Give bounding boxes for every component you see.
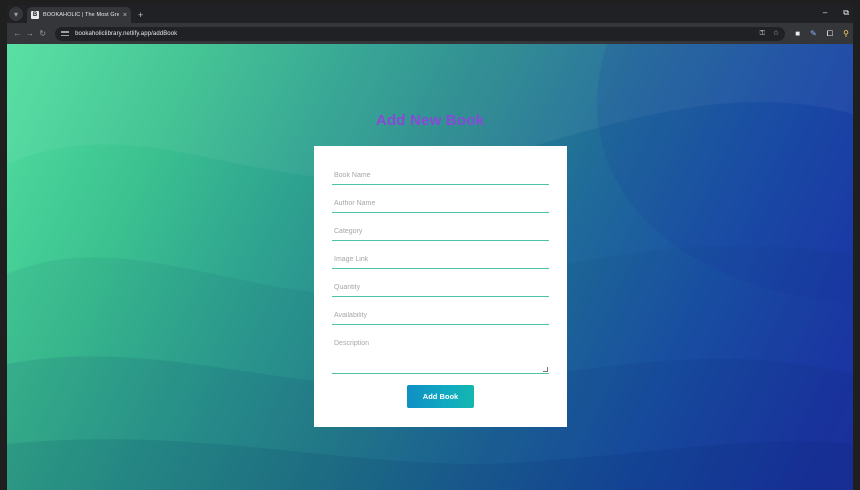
back-arrow-icon[interactable]: ← [11,29,24,38]
page-viewport: Add New Book Add Book [7,44,853,490]
book-name-input[interactable] [332,166,549,185]
resize-handle-icon[interactable] [543,367,548,372]
browser-tab-active[interactable]: B BOOKAHOLIC | The Most Grea × [27,7,131,23]
site-favicon-icon: B [31,11,39,19]
image-link-input[interactable] [332,250,549,269]
omnibox-actions: ⚿ ☆ [760,30,780,37]
browser-toolbar: ← → ↻ bookaholiclibrary.netlify.app/addB… [7,23,853,44]
maximize-icon[interactable]: ⧉ [843,7,849,19]
tab-close-icon[interactable]: × [123,12,127,19]
extension-icon[interactable]: ■ [795,29,800,38]
tab-title: BOOKAHOLIC | The Most Grea [43,12,119,18]
site-info-icon[interactable] [61,30,70,37]
extension-pen-icon[interactable]: ✎ [810,29,817,38]
page-title: Add New Book [375,112,485,129]
extensions-puzzle-icon[interactable]: ⧠ [827,29,833,38]
quantity-input[interactable] [332,278,549,297]
address-url[interactable]: bookaholiclibrary.netlify.app/addBook [75,31,754,37]
tab-search-icon[interactable]: ▾ [9,7,23,21]
browser-window: ▾ B BOOKAHOLIC | The Most Grea × + – ⧉ ←… [7,5,853,490]
description-wrapper [332,334,549,374]
add-book-form: Add Book [314,146,567,427]
category-input[interactable] [332,222,549,241]
password-key-icon[interactable]: ⚿ [760,30,765,37]
bookmark-star-icon[interactable]: ☆ [773,30,779,37]
window-controls: – ⧉ [823,7,849,19]
address-bar[interactable]: bookaholiclibrary.netlify.app/addBook ⚿ … [55,26,786,41]
add-book-button[interactable]: Add Book [407,385,474,408]
availability-input[interactable] [332,306,549,325]
reload-icon[interactable]: ↻ [36,29,49,38]
tab-strip: ▾ B BOOKAHOLIC | The Most Grea × + – ⧉ [7,5,853,23]
extensions-area: ■ ✎ ⧠ ⚲ [795,29,849,38]
forward-arrow-icon[interactable]: → [24,29,37,38]
author-name-input[interactable] [332,194,549,213]
minimize-icon[interactable]: – [823,7,827,19]
description-textarea[interactable] [332,334,549,374]
new-tab-icon[interactable]: + [138,11,143,20]
profile-icon[interactable]: ⚲ [843,29,849,38]
